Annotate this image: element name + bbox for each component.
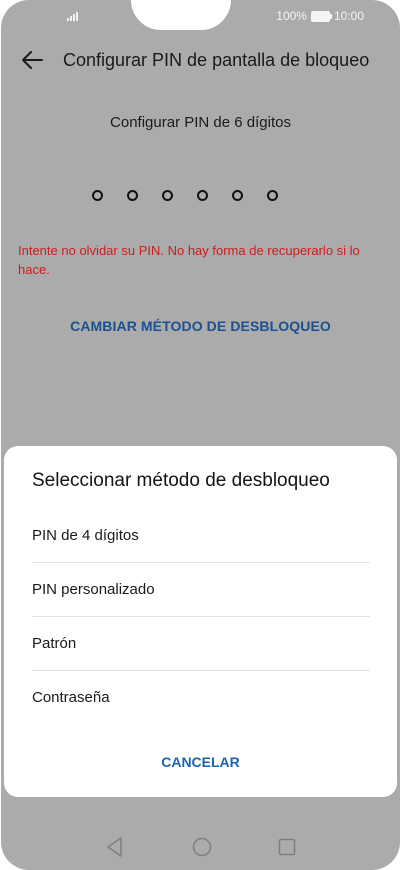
battery-icon — [310, 10, 332, 22]
option-pattern[interactable]: Patrón — [32, 617, 370, 671]
pin-warning: Intente no olvidar su PIN. No hay forma … — [18, 243, 360, 277]
page-title: Configurar PIN de pantalla de bloqueo — [63, 49, 370, 70]
signal-icon — [67, 10, 78, 21]
pin-dot — [232, 190, 243, 201]
app-header: Configurar PIN de pantalla de bloqueo — [1, 38, 400, 82]
nav-recents-icon[interactable] — [277, 837, 297, 857]
unlock-method-list: PIN de 4 dígitos PIN personalizado Patró… — [32, 509, 370, 724]
clock: 10:00 — [333, 9, 364, 23]
pin-dot — [92, 190, 103, 201]
nav-home-icon[interactable] — [191, 836, 213, 858]
status-right: 100% 10:00 — [276, 9, 364, 23]
option-password[interactable]: Contraseña — [32, 671, 370, 724]
option-pin-4-digits[interactable]: PIN de 4 dígitos — [32, 509, 370, 563]
pin-dot — [197, 190, 208, 201]
cancel-button[interactable]: CANCELAR — [4, 754, 397, 770]
pin-dot — [267, 190, 278, 201]
pin-dots — [92, 190, 278, 201]
pin-dot — [162, 190, 173, 201]
change-unlock-method-button[interactable]: CAMBIAR MÉTODO DE DESBLOQUEO — [1, 318, 400, 334]
unlock-method-sheet: Seleccionar método de desbloqueo PIN de … — [4, 446, 397, 797]
navigation-bar — [1, 830, 400, 864]
camera-notch — [131, 0, 231, 30]
phone-screen: 100% 10:00 Configurar PIN de pantalla de… — [1, 0, 400, 870]
back-arrow-icon — [22, 51, 43, 69]
nav-back-icon[interactable] — [105, 836, 125, 858]
pin-dot — [127, 190, 138, 201]
option-custom-pin[interactable]: PIN personalizado — [32, 563, 370, 617]
pin-subtitle: Configurar PIN de 6 dígitos — [110, 114, 291, 131]
sheet-title: Seleccionar método de desbloqueo — [32, 470, 330, 491]
battery-percent: 100% — [276, 9, 307, 23]
back-button[interactable] — [7, 38, 57, 82]
status-bar: 100% 10:00 — [1, 0, 400, 34]
